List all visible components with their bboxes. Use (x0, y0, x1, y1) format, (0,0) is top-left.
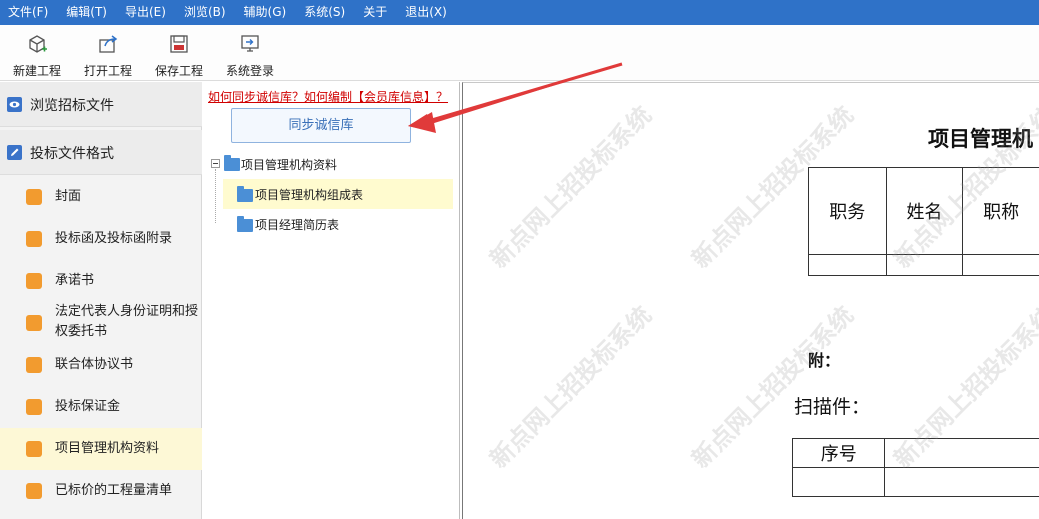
folder-icon (237, 216, 253, 232)
open-project-button[interactable]: 打开工程 (80, 25, 136, 81)
table-header: 姓名 (885, 167, 964, 255)
tree-root[interactable]: 项目管理机构资料 (211, 154, 451, 174)
menu-system[interactable]: 系统(S) (304, 0, 345, 25)
table-cell (885, 254, 964, 276)
folder-icon (237, 186, 253, 202)
nav-item-label: 承诺书 (55, 273, 95, 288)
table-header: 职务 (808, 167, 887, 255)
table-header: 序号 (791, 438, 886, 468)
watermark: 新点网上招投标系统 (484, 301, 658, 474)
search-icon (26, 441, 42, 457)
system-login-button[interactable]: 系统登录 (222, 25, 278, 81)
nav-item-label: 已标价的工程量清单 (55, 483, 173, 498)
table-cell (791, 467, 886, 497)
new-project-button[interactable]: 新建工程 (8, 25, 66, 81)
menu-export[interactable]: 导出(E) (125, 0, 166, 25)
scan-label: 扫描件： (794, 396, 871, 418)
edit-icon (7, 145, 22, 160)
tree-item-resume[interactable]: 项目经理简历表 (223, 209, 453, 239)
nav-item-label: 投标函及投标函附录 (55, 231, 173, 246)
nav-item-cover[interactable]: 封面 (0, 176, 202, 218)
nav-item-bid-bond[interactable]: 投标保证金 (0, 386, 202, 428)
sync-credit-button[interactable]: 同步诚信库 (231, 108, 411, 143)
nav-item-bid-letter[interactable]: 投标函及投标函附录 (0, 218, 202, 260)
menu-about[interactable]: 关于 (363, 0, 387, 25)
system-login-label: 系统登录 (225, 64, 274, 78)
new-project-label: 新建工程 (12, 64, 61, 78)
bid-format-header[interactable]: 投标文件格式 (0, 130, 202, 175)
new-project-icon (29, 35, 47, 53)
open-project-label: 打开工程 (83, 64, 132, 78)
table-cell (884, 467, 1039, 497)
menu-exit[interactable]: 退出(X) (405, 0, 447, 25)
open-project-icon (99, 35, 118, 53)
nav-item-priced-bill[interactable]: 已标价的工程量清单 (0, 470, 202, 512)
watermark: 新点网上招投标系统 (484, 101, 658, 274)
login-icon (241, 35, 259, 52)
tree-item-composition[interactable]: 项目管理机构组成表 (223, 179, 453, 209)
menu-browse[interactable]: 浏览(B) (184, 0, 226, 25)
nav-item-legal-representative[interactable]: 法定代表人身份证明和授权委托书 (0, 302, 202, 344)
tree-item-label: 项目经理简历表 (255, 218, 340, 232)
tree-panel: 如何同步诚信库？如何编制【会员库信息】？ 同步诚信库 项目管理机构资料 项目管理… (203, 82, 458, 519)
document-icon (26, 357, 42, 373)
document-preview: 项目管理机 职务 姓名 职称 附： 扫描件： 序号 新点网上招投标系统 新点网上… (459, 82, 1039, 519)
attachment-label: 附： (808, 351, 841, 370)
browse-tender-header[interactable]: 浏览招标文件 (0, 82, 202, 127)
document-icon (26, 273, 42, 289)
document-icon (26, 189, 42, 205)
save-project-label: 保存工程 (154, 64, 203, 78)
save-project-button[interactable]: 保存工程 (151, 25, 207, 81)
tree-connector (215, 169, 216, 223)
folder-icon (224, 155, 240, 171)
lock-icon (26, 483, 42, 499)
document-icon (26, 231, 42, 247)
menu-assist[interactable]: 辅助(G) (244, 0, 287, 25)
nav-item-project-management[interactable]: 项目管理机构资料 (0, 428, 202, 470)
bid-format-label: 投标文件格式 (30, 146, 114, 162)
document-icon (26, 315, 42, 331)
document-title: 项目管理机 (928, 126, 1033, 151)
help-link[interactable]: 如何同步诚信库？如何编制【会员库信息】？ (208, 88, 448, 105)
left-nav: 浏览招标文件 投标文件格式 封面 投标函及投标函附录 承诺书 法定代表人身份证明… (0, 82, 202, 519)
document-icon (26, 399, 42, 415)
table-cell (808, 254, 887, 276)
document-page: 项目管理机 职务 姓名 职称 附： 扫描件： 序号 新点网上招投标系统 新点网上… (462, 82, 1039, 519)
nav-item-commitment[interactable]: 承诺书 (0, 260, 202, 302)
menu-edit[interactable]: 编辑(T) (66, 0, 107, 25)
tree-root-label: 项目管理机构资料 (241, 158, 338, 172)
collapse-icon[interactable] (211, 159, 220, 168)
table-cell (884, 438, 1039, 468)
staff-table: 职务 姓名 职称 (808, 167, 1039, 276)
toolbar: 新建工程 打开工程 保存工程 系统登录 (0, 25, 1039, 81)
menu-file[interactable]: 文件(F) (8, 0, 48, 25)
nav-item-label: 项目管理机构资料 (55, 441, 160, 456)
tree-item-label: 项目管理机构组成表 (255, 188, 364, 202)
browse-tender-label: 浏览招标文件 (30, 98, 114, 114)
nav-item-label: 封面 (55, 189, 82, 204)
scan-table: 序号 (791, 438, 1039, 497)
eye-icon (7, 97, 22, 112)
nav-item-label: 联合体协议书 (55, 357, 134, 372)
nav-item-label: 法定代表人身份证明和授权委托书 (55, 304, 199, 339)
table-header: 职称 (962, 167, 1039, 255)
nav-item-label: 投标保证金 (55, 399, 121, 414)
nav-item-consortium[interactable]: 联合体协议书 (0, 344, 202, 386)
menu-bar: 文件(F) 编辑(T) 导出(E) 浏览(B) 辅助(G) 系统(S) 关于 退… (0, 0, 1039, 25)
save-icon (170, 35, 188, 53)
table-cell (962, 254, 1039, 276)
